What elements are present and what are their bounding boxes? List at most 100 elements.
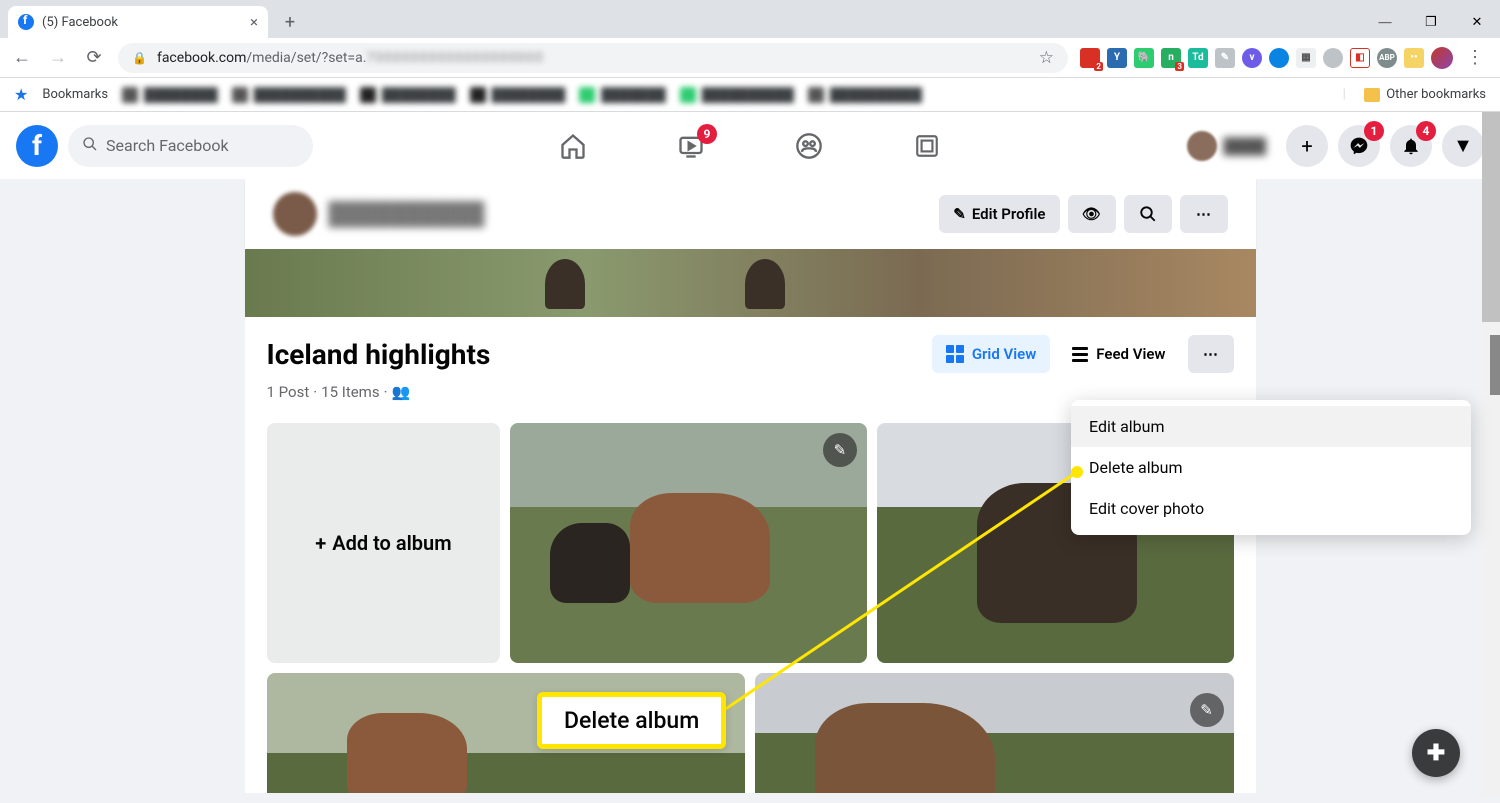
- edit-profile-button[interactable]: ✎ Edit Profile: [939, 195, 1059, 233]
- url-field[interactable]: 🔒 facebook.com/media/set/?set=a.70000000…: [118, 43, 1068, 73]
- watch-badge: 9: [697, 124, 717, 144]
- search-input[interactable]: Search Facebook: [68, 125, 313, 167]
- bookmark-item[interactable]: ████████: [122, 87, 218, 103]
- album-header: Iceland highlights Grid View Feed View ⋯…: [245, 317, 1256, 413]
- bookmarks-label: Bookmarks: [42, 87, 108, 102]
- extension-icon[interactable]: 2: [1080, 48, 1100, 68]
- pencil-icon: ✎: [953, 205, 966, 223]
- vertical-scrollbar[interactable]: [1482, 112, 1500, 797]
- chrome-menu-button[interactable]: ⋮: [1460, 47, 1490, 68]
- bookmark-star-icon: ★: [14, 85, 28, 104]
- tab-title: (5) Facebook: [42, 15, 118, 30]
- extension-abp-icon[interactable]: ABP: [1377, 48, 1397, 68]
- close-tab-icon[interactable]: ×: [250, 13, 258, 31]
- extensions-row: 2 Y 🐘 n3 Td ✎ v ▦ ◧ ABP •• ⋮: [1080, 47, 1490, 69]
- album-photo[interactable]: ✎: [755, 673, 1234, 793]
- album-post-count: 1 Post: [267, 383, 310, 401]
- feed-view-button[interactable]: Feed View: [1058, 335, 1179, 373]
- album-item-count: 15 Items: [321, 383, 379, 401]
- avatar[interactable]: [273, 192, 317, 236]
- add-to-album-button[interactable]: + Add to album: [267, 423, 501, 663]
- edit-profile-label: Edit Profile: [972, 205, 1046, 223]
- menu-edit-album[interactable]: Edit album: [1071, 406, 1471, 447]
- grid-icon: [946, 345, 964, 363]
- bookmark-item[interactable]: ██████████: [232, 87, 346, 103]
- url-path: /media/set/?set=a.: [246, 50, 366, 66]
- bookmark-item[interactable]: ████████: [360, 87, 456, 103]
- grid-view-button[interactable]: Grid View: [932, 335, 1050, 373]
- bookmark-star-icon[interactable]: ☆: [1039, 48, 1054, 68]
- extension-icon[interactable]: [1269, 48, 1289, 68]
- extension-icon[interactable]: [1323, 48, 1343, 68]
- extension-evernote-icon[interactable]: 🐘: [1134, 48, 1154, 68]
- bookmark-item[interactable]: ███████: [579, 87, 665, 103]
- extension-icon[interactable]: ••: [1404, 48, 1424, 68]
- groups-tab[interactable]: [795, 132, 823, 160]
- create-button[interactable]: +: [1286, 125, 1328, 167]
- profile-chip[interactable]: ████: [1183, 127, 1276, 165]
- privacy-friends-icon: 👥: [392, 383, 411, 401]
- window-close-button[interactable]: ✕: [1454, 6, 1500, 38]
- nav-back-button[interactable]: ←: [10, 46, 34, 70]
- search-placeholder: Search Facebook: [106, 136, 229, 155]
- notifications-badge: 4: [1416, 121, 1436, 141]
- messenger-badge: 1: [1364, 121, 1384, 141]
- new-message-fab[interactable]: ✚: [1412, 729, 1460, 777]
- extension-icon[interactable]: ◧: [1350, 48, 1370, 68]
- facebook-favicon: [18, 14, 34, 30]
- other-bookmarks-label: Other bookmarks: [1386, 87, 1486, 102]
- album-photo[interactable]: ✎: [510, 423, 867, 663]
- profile-name: ██████████: [329, 201, 485, 227]
- notifications-button[interactable]: 4: [1390, 125, 1432, 167]
- menu-edit-cover-photo[interactable]: Edit cover photo: [1071, 488, 1471, 529]
- bookmark-item[interactable]: ██████████: [808, 87, 922, 103]
- account-menu-button[interactable]: ▼: [1442, 125, 1484, 167]
- extension-icon[interactable]: ✎: [1215, 48, 1235, 68]
- window-maximize-button[interactable]: ❐: [1408, 6, 1454, 38]
- extension-icon[interactable]: Td: [1188, 48, 1208, 68]
- extension-icon[interactable]: n3: [1161, 48, 1181, 68]
- extension-icon[interactable]: ▦: [1296, 48, 1316, 68]
- lock-icon: 🔒: [132, 51, 147, 65]
- facebook-logo[interactable]: f: [16, 125, 58, 167]
- edit-photo-button[interactable]: ✎: [1190, 693, 1224, 727]
- cover-photo-strip[interactable]: [245, 249, 1256, 317]
- pencil-icon: ✎: [834, 441, 847, 459]
- chrome-profile-avatar[interactable]: [1431, 47, 1453, 69]
- browser-tab[interactable]: (5) Facebook ×: [8, 6, 268, 38]
- bookmark-item[interactable]: ██████████: [680, 87, 794, 103]
- browser-address-bar: ← → ⟳ 🔒 facebook.com/media/set/?set=a.70…: [0, 38, 1500, 78]
- folder-icon: [1364, 88, 1380, 102]
- view-as-button[interactable]: 👁: [1068, 195, 1116, 233]
- side-handle[interactable]: [1490, 335, 1500, 395]
- pencil-icon: ✎: [1200, 701, 1213, 719]
- add-to-album-label: Add to album: [332, 531, 451, 555]
- messenger-button[interactable]: 1: [1338, 125, 1380, 167]
- album-more-button[interactable]: ⋯: [1188, 335, 1234, 373]
- search-profile-button[interactable]: [1124, 195, 1172, 233]
- nav-forward-button[interactable]: →: [46, 46, 70, 70]
- other-bookmarks-button[interactable]: | Other bookmarks: [1343, 87, 1486, 102]
- bookmark-item[interactable]: ████████: [470, 87, 566, 103]
- extension-icon[interactable]: Y: [1107, 48, 1127, 68]
- menu-delete-album[interactable]: Delete album: [1071, 447, 1471, 488]
- profile-more-button[interactable]: ⋯: [1180, 195, 1228, 233]
- eye-icon: 👁: [1082, 205, 1101, 223]
- profile-header: ██████████ ✎ Edit Profile 👁 ⋯: [245, 179, 1256, 249]
- album-title: Iceland highlights: [267, 338, 491, 371]
- news-tab[interactable]: [913, 132, 941, 160]
- plus-icon: +: [315, 531, 326, 555]
- extension-icon[interactable]: v: [1242, 48, 1262, 68]
- nav-reload-button[interactable]: ⟳: [82, 46, 106, 70]
- search-icon: [82, 136, 98, 156]
- profile-name: ████: [1223, 137, 1266, 155]
- window-minimize-button[interactable]: —: [1362, 6, 1408, 38]
- edit-photo-button[interactable]: ✎: [823, 433, 857, 467]
- album-options-menu: Edit album Delete album Edit cover photo: [1071, 400, 1471, 535]
- feed-view-label: Feed View: [1096, 345, 1165, 363]
- new-tab-button[interactable]: +: [276, 8, 304, 36]
- url-host: facebook.com: [157, 50, 246, 66]
- watch-tab[interactable]: 9: [677, 132, 705, 160]
- home-tab[interactable]: [559, 132, 587, 160]
- feed-icon: [1072, 347, 1088, 362]
